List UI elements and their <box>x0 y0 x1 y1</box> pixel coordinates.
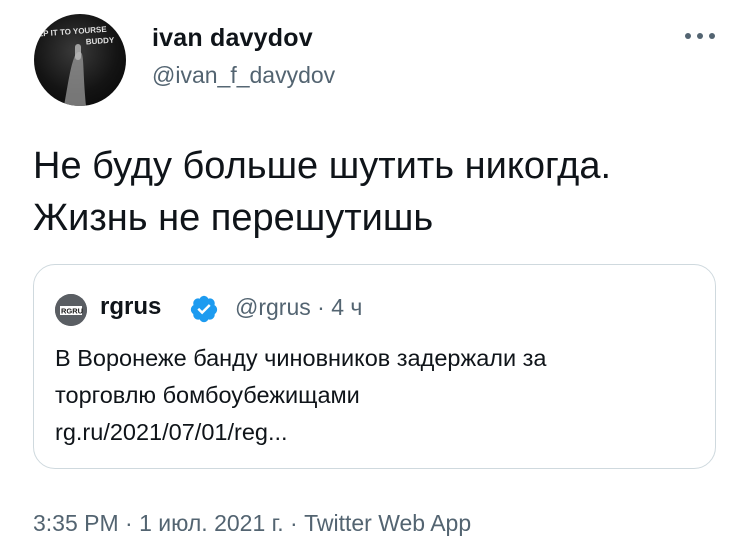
author-handle[interactable]: @ivan_f_davydov <box>152 62 335 89</box>
tweet-text-line: Жизнь не перешутишь <box>33 197 434 239</box>
quoted-text-line: торговлю бомбоубежищами <box>55 382 360 408</box>
tweet-timestamp: 3:35 PM · 1 июл. 2021 г. · Twitter Web A… <box>33 510 471 537</box>
quoted-link[interactable]: rg.ru/2021/07/01/reg... <box>55 414 705 451</box>
timestamp-time[interactable]: 3:35 PM <box>33 510 119 536</box>
more-horizontal-icon[interactable] <box>683 22 717 46</box>
quoted-time[interactable]: 4 ч <box>331 294 362 320</box>
timestamp-date[interactable]: 1 июл. 2021 г. <box>139 510 284 536</box>
quoted-tweet-text: В Воронеже банду чиновников задержали за… <box>55 340 705 451</box>
avatar-image: EP IT TO YOURSE BUDDY <box>38 25 116 106</box>
timestamp-separator: · <box>290 510 298 536</box>
source-label[interactable]: Twitter Web App <box>304 510 471 536</box>
verified-badge-icon <box>189 294 219 324</box>
meta-separator: · <box>317 294 325 320</box>
quoted-tweet-card[interactable]: RGRU rgrus @rgrus · 4 ч В Воронеже банду… <box>33 264 716 469</box>
avatar-text-line2: BUDDY <box>86 36 116 47</box>
quoted-handle[interactable]: @rgrus <box>235 294 311 320</box>
timestamp-separator: · <box>125 510 133 536</box>
quoted-avatar-logo-text: RGRU <box>61 307 83 316</box>
quoted-display-name[interactable]: rgrus <box>100 293 161 321</box>
quoted-text-line: В Воронеже банду чиновников задержали за <box>55 345 547 371</box>
author-display-name[interactable]: ivan davydov <box>152 24 313 53</box>
quoted-avatar[interactable]: RGRU <box>55 294 87 326</box>
author-avatar[interactable]: EP IT TO YOURSE BUDDY <box>34 14 126 106</box>
tweet-text-line: Не буду больше шутить никогда. <box>33 145 612 187</box>
tweet-text: Не буду больше шутить никогда. Жизнь не … <box>33 140 733 244</box>
quoted-meta: @rgrus · 4 ч <box>235 294 362 321</box>
rg-logo-icon: RGRU <box>55 294 87 326</box>
